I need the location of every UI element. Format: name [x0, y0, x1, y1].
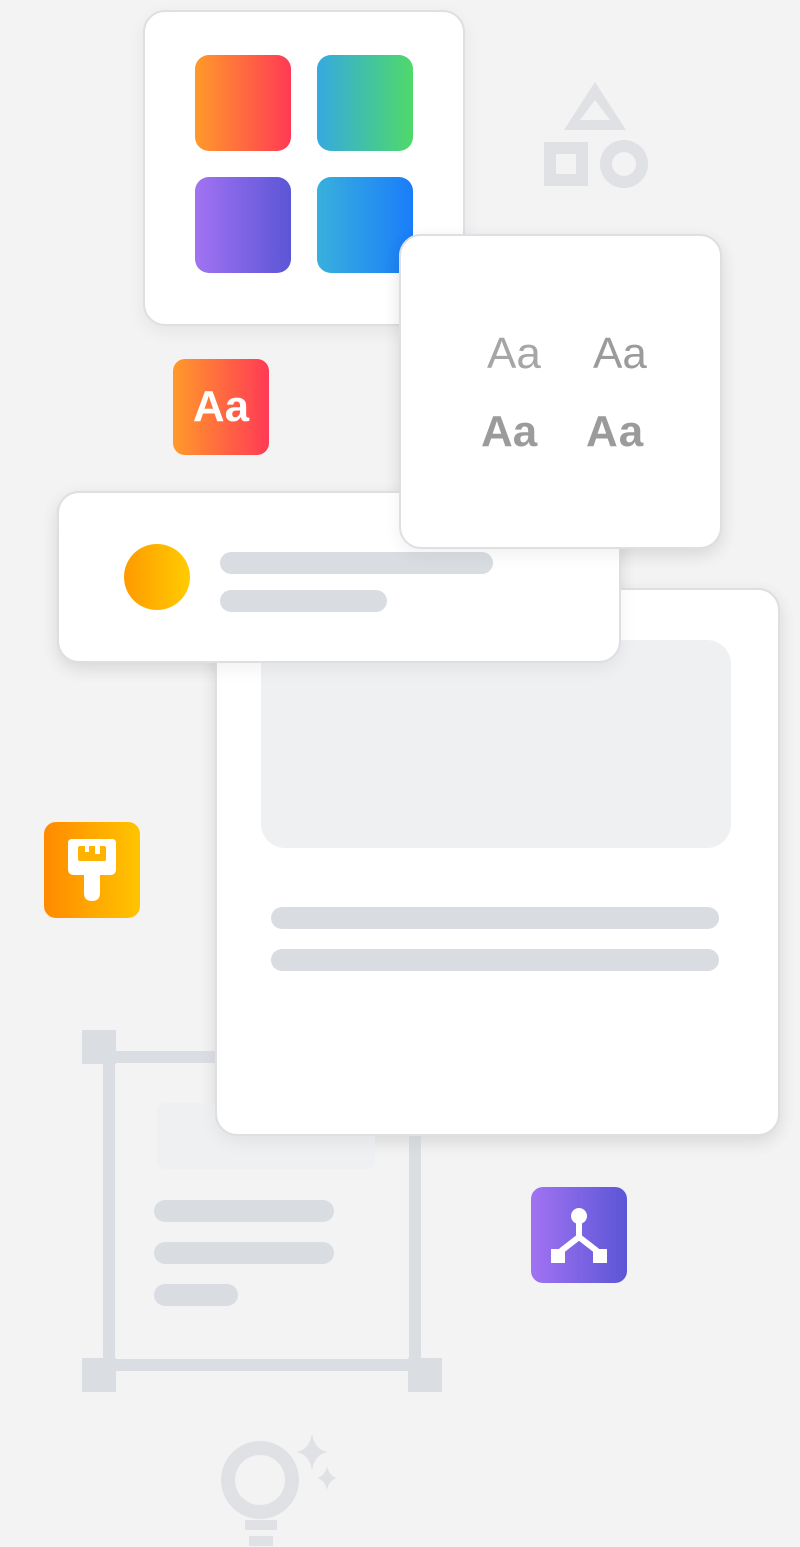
typography-card-overlay: Aa Aa Aa Aa — [399, 234, 722, 549]
text-style-badge: Aa — [173, 359, 269, 455]
hierarchy-badge — [531, 1187, 627, 1283]
image-placeholder — [261, 640, 731, 848]
lightbulb-icon — [221, 1434, 337, 1546]
frame-line-placeholder — [154, 1242, 334, 1264]
type-sample-light: Aa — [487, 329, 541, 378]
name-line-placeholder — [220, 552, 493, 574]
paint-brush-icon — [68, 839, 116, 901]
frame-handle — [82, 1030, 116, 1064]
paint-brush-badge — [44, 822, 140, 918]
text-line-placeholder — [271, 907, 719, 929]
subtitle-line-placeholder — [220, 590, 387, 612]
shapes-icon — [544, 82, 648, 188]
swatch-orange-red — [195, 55, 291, 151]
frame-handle — [82, 1358, 116, 1392]
swatch-purple — [195, 177, 291, 273]
frame-line-placeholder — [154, 1284, 238, 1306]
text-style-badge-label: Aa — [192, 382, 250, 431]
type-sample-black: Aa — [586, 407, 645, 456]
text-line-placeholder — [271, 949, 719, 971]
frame-line-placeholder — [154, 1200, 334, 1222]
hierarchy-icon — [551, 1208, 607, 1263]
document-card-overlay — [215, 588, 780, 1136]
sparkle-icon — [296, 1434, 337, 1490]
avatar — [124, 544, 190, 610]
type-sample-bold: Aa — [481, 407, 538, 456]
swatch-teal-green — [317, 55, 413, 151]
type-sample-regular: Aa — [593, 329, 647, 378]
frame-handle — [408, 1358, 442, 1392]
